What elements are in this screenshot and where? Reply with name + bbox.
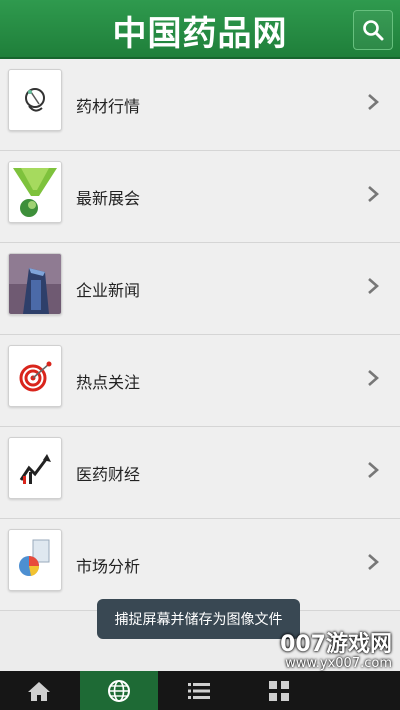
chevron-right-icon: [368, 370, 379, 386]
list-icon: [188, 682, 210, 699]
app-header: 中国药品网: [0, 0, 400, 59]
site-watermark: 007游戏网 www.yx007.com: [280, 626, 392, 671]
tab-home[interactable]: [0, 671, 78, 710]
watermark-url: www.yx007.com: [285, 656, 392, 671]
menu-item-label: 企业新闻: [76, 281, 141, 300]
menu-item-label: 市场分析: [76, 557, 141, 576]
exhibition-icon: [8, 161, 62, 223]
menu-item-herb-market[interactable]: 药材行情: [0, 59, 400, 151]
watermark-brand: 007游戏网: [280, 632, 392, 657]
screenshot-toast: 捕捉屏幕并储存为图像文件: [97, 599, 300, 639]
chevron-right-icon: [368, 186, 379, 202]
menu-item-exhibitions[interactable]: 最新展会: [0, 151, 400, 243]
tab-list[interactable]: [160, 671, 238, 710]
herb-icon: [8, 69, 62, 131]
search-icon: [363, 20, 384, 41]
menu-item-pharma-finance[interactable]: 医药财经: [0, 427, 400, 519]
home-icon: [28, 681, 50, 701]
target-icon: [8, 345, 62, 407]
menu-item-market-analysis[interactable]: 市场分析: [0, 519, 400, 611]
app-title: 中国药品网: [112, 14, 288, 54]
building-icon: [8, 253, 62, 315]
chevron-right-icon: [368, 462, 379, 478]
menu-item-company-news[interactable]: 企业新闻: [0, 243, 400, 335]
chevron-right-icon: [368, 94, 379, 110]
menu-item-label: 医药财经: [76, 465, 141, 484]
menu-item-label: 热点关注: [76, 373, 141, 392]
pie-chart-icon: [8, 529, 62, 591]
globe-icon: [108, 679, 130, 702]
menu-item-label: 最新展会: [76, 189, 141, 208]
bottom-tab-bar: [0, 671, 400, 710]
menu-item-hot-topics[interactable]: 热点关注: [0, 335, 400, 427]
tab-grid[interactable]: [240, 671, 318, 710]
finance-chart-icon: [8, 437, 62, 499]
grid-icon: [269, 680, 289, 701]
tab-globe[interactable]: [80, 671, 158, 710]
category-list: 药材行情 最新展会 企业新闻 热点关注 医药财经 市场分析: [0, 59, 400, 611]
search-button[interactable]: [353, 10, 393, 50]
chevron-right-icon: [368, 278, 379, 294]
chevron-right-icon: [368, 554, 379, 570]
menu-item-label: 药材行情: [76, 97, 141, 116]
